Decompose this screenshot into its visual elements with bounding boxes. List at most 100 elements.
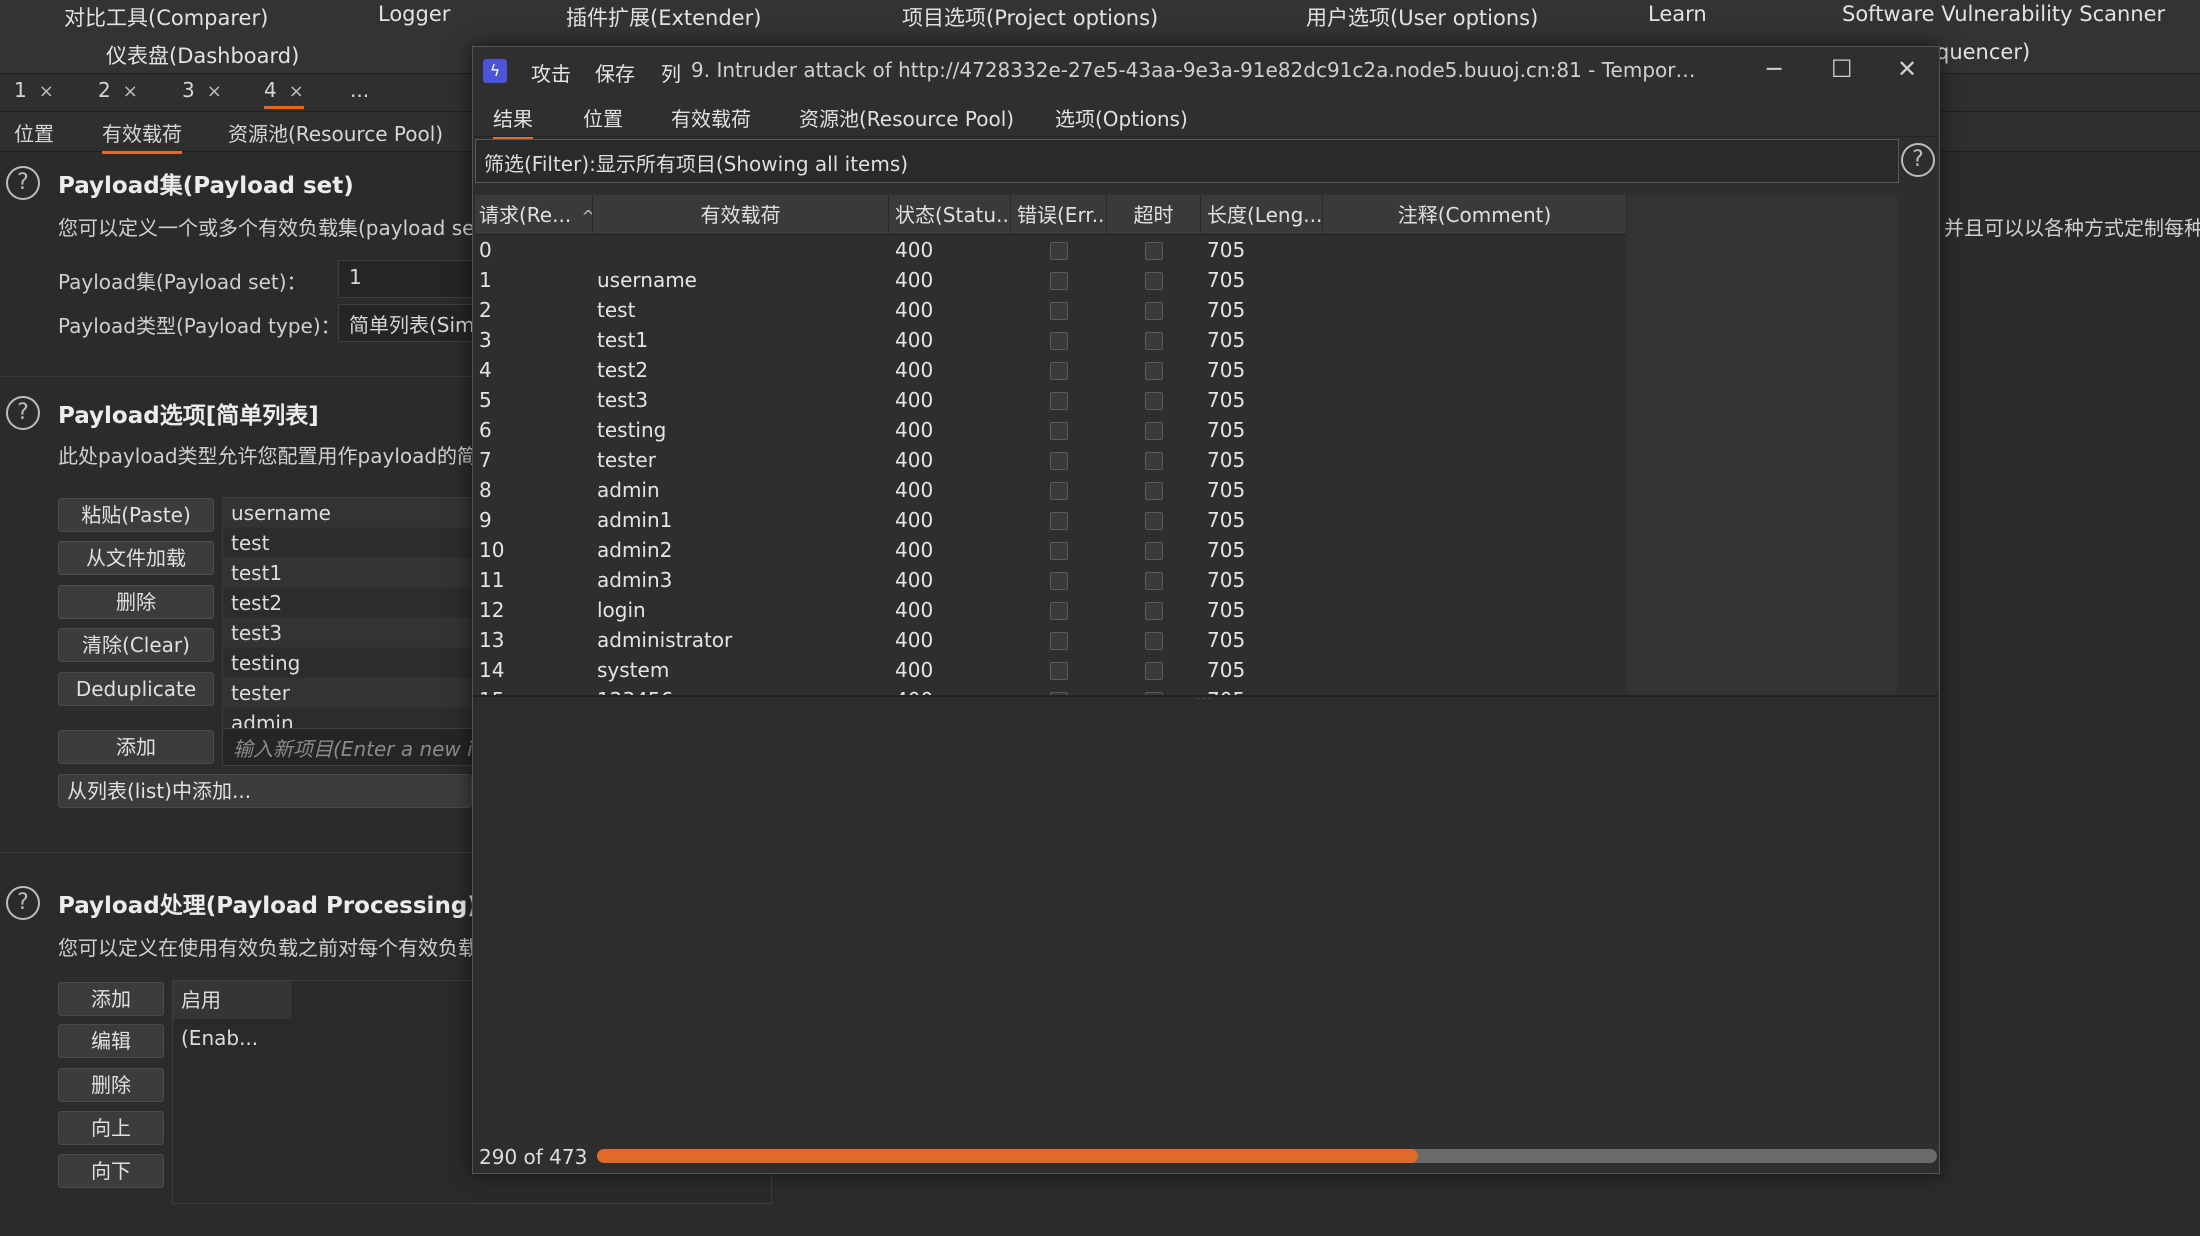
- cell-payload: test1: [597, 328, 649, 352]
- remove-rule-button[interactable]: 删除: [58, 1068, 164, 1102]
- tab-resource-pool[interactable]: 资源池(Resource Pool): [228, 118, 443, 147]
- tab-results[interactable]: 结果: [493, 103, 533, 140]
- tab-2[interactable]: 2 ×: [98, 78, 138, 102]
- payload-type-select[interactable]: 简单列表(Sim: [338, 304, 478, 342]
- menu-vuln-scanner[interactable]: Software Vulnerability Scanner: [1842, 2, 2165, 26]
- column-timeout[interactable]: 超时: [1107, 195, 1201, 235]
- error-checkbox: [1050, 272, 1068, 290]
- move-down-button[interactable]: 向下: [58, 1154, 164, 1188]
- menu-learn[interactable]: Learn: [1648, 2, 1707, 26]
- table-row[interactable]: 9 admin1 400 705: [475, 505, 1627, 535]
- table-row[interactable]: 7 tester 400 705: [475, 445, 1627, 475]
- add-from-list-select[interactable]: 从列表(list)中添加...: [58, 774, 472, 808]
- list-item[interactable]: tester: [223, 678, 473, 708]
- cell-request: 8: [479, 478, 492, 502]
- cell-status: 400: [895, 328, 934, 352]
- remove-button[interactable]: 删除: [58, 585, 214, 619]
- column-length[interactable]: 长度(Leng...: [1201, 195, 1323, 235]
- list-item[interactable]: admin: [223, 708, 473, 728]
- help-icon[interactable]: ?: [6, 166, 40, 200]
- table-row[interactable]: 2 test 400 705: [475, 295, 1627, 325]
- help-icon[interactable]: ?: [6, 396, 40, 430]
- tab-4[interactable]: 4 ×: [264, 78, 304, 109]
- menu-comparer[interactable]: 对比工具(Comparer): [64, 2, 268, 32]
- payload-set-select[interactable]: 1: [338, 260, 478, 298]
- column-request[interactable]: 请求(Re... ^: [475, 195, 593, 235]
- filter-bar[interactable]: 筛选(Filter):显示所有项目(Showing all items): [475, 139, 1899, 183]
- table-row[interactable]: 1 username 400 705: [475, 265, 1627, 295]
- list-item[interactable]: test: [223, 528, 473, 558]
- help-icon[interactable]: ?: [1901, 143, 1935, 177]
- maximize-icon[interactable]: ☐: [1831, 55, 1853, 83]
- column-payload[interactable]: 有效载荷: [593, 195, 889, 235]
- cell-request: 9: [479, 508, 492, 532]
- tab-3[interactable]: 3 ×: [182, 78, 222, 102]
- table-row[interactable]: 3 test1 400 705: [475, 325, 1627, 355]
- table-row[interactable]: 11 admin3 400 705: [475, 565, 1627, 595]
- table-row[interactable]: 14 system 400 705: [475, 655, 1627, 685]
- close-icon[interactable]: ×: [289, 81, 304, 102]
- menu-save[interactable]: 保存: [595, 58, 635, 87]
- paste-button[interactable]: 粘贴(Paste): [58, 498, 214, 532]
- close-icon[interactable]: ×: [123, 81, 138, 102]
- payload-list[interactable]: username test test1 test2 test3 testing …: [222, 497, 474, 729]
- cell-length: 705: [1207, 358, 1246, 382]
- table-row[interactable]: 15 123456 400 705: [475, 685, 1627, 695]
- help-icon[interactable]: ?: [6, 886, 40, 920]
- list-item[interactable]: test3: [223, 618, 473, 648]
- cell-length: 705: [1207, 598, 1246, 622]
- add-item-button[interactable]: 添加: [58, 730, 214, 764]
- table-row[interactable]: 4 test2 400 705: [475, 355, 1627, 385]
- menu-project-options[interactable]: 项目选项(Project options): [902, 2, 1158, 32]
- table-row[interactable]: 8 admin 400 705: [475, 475, 1627, 505]
- tab-resource-pool[interactable]: 资源池(Resource Pool): [799, 103, 1014, 132]
- table-row[interactable]: 12 login 400 705: [475, 595, 1627, 625]
- enabled-column-header[interactable]: 启用(Enab...: [173, 981, 293, 1050]
- table-row[interactable]: 5 test3 400 705: [475, 385, 1627, 415]
- timeout-checkbox: [1145, 482, 1163, 500]
- close-icon[interactable]: ×: [207, 81, 222, 102]
- timeout-checkbox: [1145, 392, 1163, 410]
- column-status[interactable]: 状态(Statu...: [889, 195, 1011, 235]
- cell-status: 400: [895, 538, 934, 562]
- load-file-button[interactable]: 从文件加载: [58, 541, 214, 575]
- menu-sequencer[interactable]: quencer): [1936, 40, 2030, 64]
- new-item-input[interactable]: 输入新项目(Enter a new it: [222, 728, 474, 766]
- minimize-icon[interactable]: ─: [1767, 55, 1781, 83]
- table-row[interactable]: 6 testing 400 705: [475, 415, 1627, 445]
- menu-attack[interactable]: 攻击: [531, 58, 571, 87]
- move-up-button[interactable]: 向上: [58, 1111, 164, 1145]
- tab-more[interactable]: ...: [350, 78, 369, 102]
- cell-request: 5: [479, 388, 492, 412]
- payload-options-title: Payload选项[简单列表]: [58, 403, 319, 429]
- menu-dashboard[interactable]: 仪表盘(Dashboard): [106, 40, 299, 70]
- list-item[interactable]: test2: [223, 588, 473, 618]
- table-row[interactable]: 13 administrator 400 705: [475, 625, 1627, 655]
- cell-request: 3: [479, 328, 492, 352]
- table-row[interactable]: 0 400 705: [475, 235, 1627, 265]
- timeout-checkbox: [1145, 452, 1163, 470]
- add-rule-button[interactable]: 添加: [58, 982, 164, 1016]
- menu-user-options[interactable]: 用户选项(User options): [1306, 2, 1538, 32]
- list-item[interactable]: username: [223, 498, 473, 528]
- clear-button[interactable]: 清除(Clear): [58, 628, 214, 662]
- menu-extender[interactable]: 插件扩展(Extender): [566, 2, 761, 32]
- menu-logger[interactable]: Logger: [378, 2, 450, 26]
- cell-status: 400: [895, 685, 933, 695]
- column-error[interactable]: 错误(Err...: [1011, 195, 1107, 235]
- table-row[interactable]: 10 admin2 400 705: [475, 535, 1627, 565]
- menu-columns[interactable]: 列: [661, 58, 681, 87]
- column-comment[interactable]: 注释(Comment): [1323, 195, 1627, 235]
- deduplicate-button[interactable]: Deduplicate: [58, 672, 214, 706]
- close-icon[interactable]: ✕: [1897, 55, 1917, 83]
- tab-payloads[interactable]: 有效载荷: [671, 103, 751, 132]
- close-icon[interactable]: ×: [39, 81, 54, 102]
- tab-payloads[interactable]: 有效载荷: [102, 118, 182, 154]
- tab-1[interactable]: 1 ×: [14, 78, 54, 102]
- tab-options[interactable]: 选项(Options): [1055, 103, 1188, 132]
- tab-positions[interactable]: 位置: [14, 118, 54, 147]
- edit-rule-button[interactable]: 编辑: [58, 1024, 164, 1058]
- list-item[interactable]: test1: [223, 558, 473, 588]
- tab-positions[interactable]: 位置: [583, 103, 623, 132]
- list-item[interactable]: testing: [223, 648, 473, 678]
